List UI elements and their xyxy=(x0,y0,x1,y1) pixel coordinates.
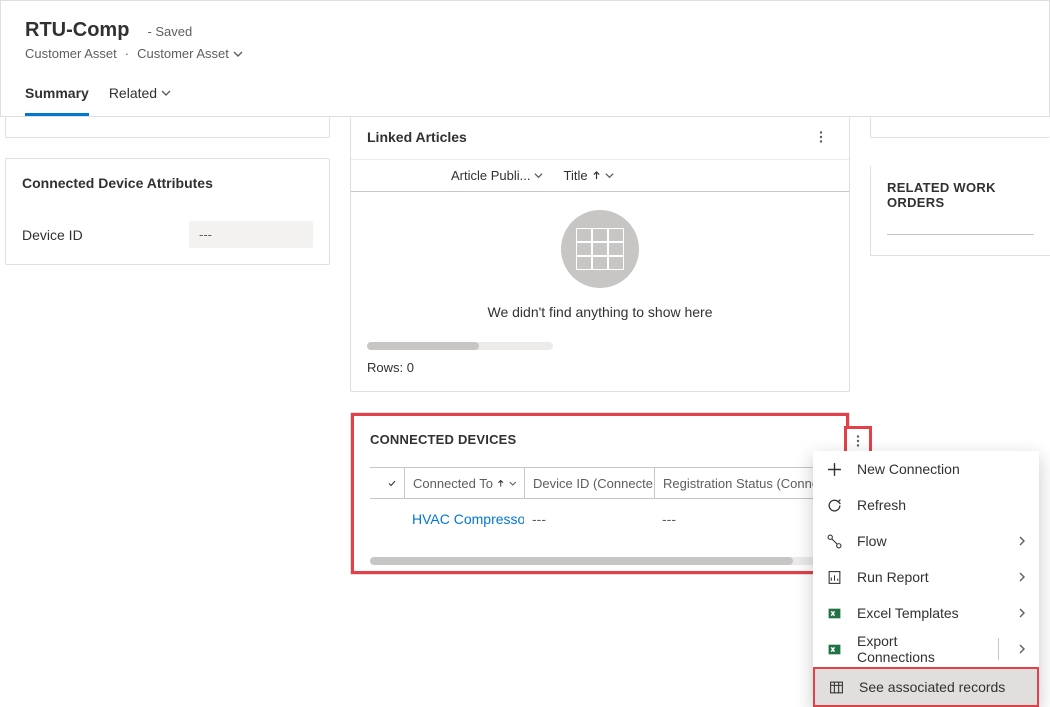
chevron-down-icon xyxy=(509,479,517,488)
report-icon xyxy=(825,570,843,585)
col-article[interactable]: Article Publi... xyxy=(451,168,543,183)
chevron-right-icon xyxy=(1017,608,1027,618)
table-row[interactable]: HVAC Compressor. --- --- xyxy=(370,499,830,539)
card-title: Connected Device Attributes xyxy=(22,175,313,191)
page-header: RTU-Comp - Saved Customer Asset · Custom… xyxy=(0,0,1050,117)
tab-summary[interactable]: Summary xyxy=(25,79,89,116)
menu-label: See associated records xyxy=(859,679,1025,695)
context-menu: New Connection Refresh Flow Run Report E… xyxy=(813,451,1039,707)
tab-related-label: Related xyxy=(109,85,157,101)
horizontal-scrollbar[interactable] xyxy=(367,342,553,350)
connected-devices-card: CONNECTED DEVICES Connected To Device ID… xyxy=(350,412,850,575)
chevron-down-icon xyxy=(161,88,171,98)
more-vertical-icon xyxy=(851,434,865,448)
menu-run-report[interactable]: Run Report xyxy=(813,559,1039,595)
linked-articles-title: Linked Articles xyxy=(367,129,467,145)
col-device-id[interactable]: Device ID (Connecte... xyxy=(524,468,654,498)
check-icon xyxy=(388,477,396,490)
entity-picker[interactable]: Customer Asset xyxy=(137,46,243,61)
linked-more-button[interactable] xyxy=(809,125,833,149)
cell-reg-status: --- xyxy=(654,511,826,527)
chevron-right-icon xyxy=(1017,572,1027,582)
menu-label: Run Report xyxy=(857,569,1003,585)
chevron-right-icon xyxy=(1017,536,1027,546)
left-stub-card xyxy=(5,117,330,138)
refresh-icon xyxy=(825,498,843,513)
chevron-down-icon xyxy=(605,171,614,180)
empty-text: We didn't find anything to show here xyxy=(367,304,833,320)
cell-device-id: --- xyxy=(524,511,654,527)
connected-device-attributes-card: Connected Device Attributes Device ID --… xyxy=(5,158,330,265)
col-connected-to[interactable]: Connected To xyxy=(404,468,524,498)
menu-see-associated-records[interactable]: See associated records xyxy=(813,667,1039,707)
menu-label: New Connection xyxy=(857,461,1027,477)
excel-icon xyxy=(825,606,843,621)
chevron-right-icon[interactable] xyxy=(1017,644,1027,654)
entity-label: Customer Asset xyxy=(25,46,117,61)
menu-excel-templates[interactable]: Excel Templates xyxy=(813,595,1039,631)
menu-label: Export Connections xyxy=(857,633,978,665)
connected-devices-title: CONNECTED DEVICES xyxy=(370,432,830,447)
col-title[interactable]: Title xyxy=(563,168,613,183)
linked-articles-card: Linked Articles Article Publi... Title xyxy=(350,117,850,392)
chevron-down-icon xyxy=(534,171,543,180)
tab-related[interactable]: Related xyxy=(109,79,171,116)
entity-picker-label: Customer Asset xyxy=(137,46,229,61)
horizontal-scrollbar[interactable] xyxy=(370,557,830,565)
chevron-down-icon xyxy=(233,49,243,59)
record-title: RTU-Comp xyxy=(25,19,129,42)
empty-grid-icon xyxy=(561,210,639,288)
menu-flow[interactable]: Flow xyxy=(813,523,1039,559)
menu-label: Flow xyxy=(857,533,1003,549)
device-id-field[interactable]: --- xyxy=(189,221,313,248)
empty-state: We didn't find anything to show here xyxy=(367,192,833,328)
rows-count: Rows: 0 xyxy=(367,360,833,375)
menu-refresh[interactable]: Refresh xyxy=(813,487,1039,523)
plus-icon xyxy=(825,462,843,477)
menu-new-connection[interactable]: New Connection xyxy=(813,451,1039,487)
select-all-checkbox[interactable] xyxy=(380,468,404,498)
menu-export-connections[interactable]: Export Connections xyxy=(813,631,1039,667)
col-registration-status[interactable]: Registration Status (Connecte... xyxy=(654,468,826,498)
device-id-label: Device ID xyxy=(22,227,177,243)
records-icon xyxy=(827,680,845,695)
connected-to-link[interactable]: HVAC Compressor. xyxy=(412,511,524,527)
save-state: - Saved xyxy=(147,24,192,39)
more-vertical-icon xyxy=(814,130,828,144)
related-work-orders-title: RELATED WORK ORDERS xyxy=(887,180,1034,210)
related-work-orders-card: RELATED WORK ORDERS xyxy=(870,166,1050,256)
menu-label: Excel Templates xyxy=(857,605,1003,621)
flow-icon xyxy=(825,534,843,549)
excel-icon xyxy=(825,642,843,657)
right-stub-card xyxy=(870,117,1050,138)
dot-separator: · xyxy=(125,46,129,61)
arrow-up-icon xyxy=(592,171,601,180)
menu-label: Refresh xyxy=(857,497,1027,513)
menu-divider xyxy=(998,638,999,660)
arrow-up-icon xyxy=(497,479,505,488)
tab-bar: Summary Related xyxy=(25,79,1025,116)
